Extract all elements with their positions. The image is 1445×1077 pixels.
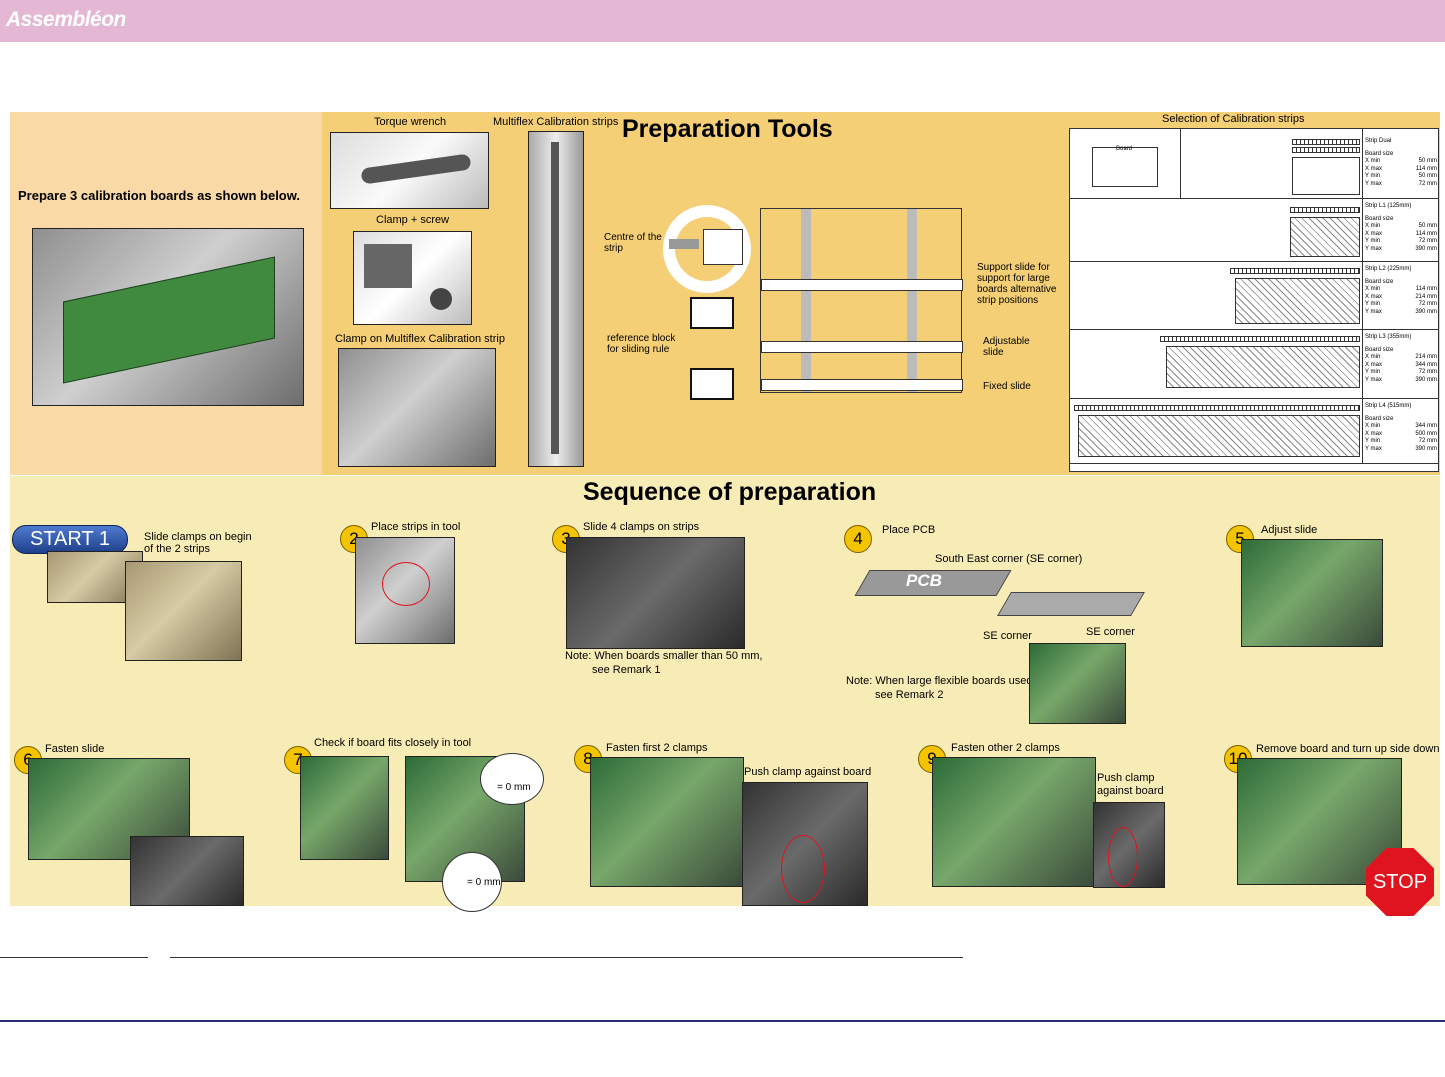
strip-row-l3: Strip L3 (355mm) Board size X min 214 mm … <box>1070 330 1438 399</box>
centre-strip-label: Centre of the strip <box>604 232 662 254</box>
clamp-screw-photo <box>353 231 472 325</box>
step5-text: Adjust slide <box>1261 524 1318 536</box>
step9-photo-a <box>932 757 1096 887</box>
step3-note-line2: see Remark 1 <box>592 664 661 676</box>
support-slide-label: Support slide for support for large boar… <box>977 262 1057 306</box>
step7-text: Check if board fits closely in tool <box>314 737 472 749</box>
step3-photo <box>566 537 745 649</box>
strip-row-dual: Board Strip Dual Board size X min 50 mm X… <box>1070 129 1438 199</box>
footer-rule-left <box>0 957 148 958</box>
tool-frame <box>760 208 963 393</box>
board-label: Board <box>1116 146 1133 152</box>
calibration-boards-photo <box>32 228 304 406</box>
strip-row-l2: Strip L2 (225mm) Board size X min 114 mm … <box>1070 262 1438 330</box>
push-clamp2-line1: Push clamp <box>1097 772 1155 784</box>
sequence-title: Sequence of preparation <box>583 478 877 506</box>
strip-name: Strip L3 <box>1365 334 1386 340</box>
step4-note-line2: see Remark 2 <box>875 689 944 701</box>
centre-zoom-circle <box>663 205 751 293</box>
step4-number: 4 <box>844 525 872 553</box>
strip-name: Strip L2 <box>1365 266 1386 272</box>
strip-name: Strip L4 <box>1365 403 1386 409</box>
step3-note-line1: Note: When boards smaller than 50 mm, <box>565 650 763 662</box>
clamp-screw-label: Clamp + screw <box>376 214 450 226</box>
strip-row-l4: Strip L4 (515mm) Board size X min 344 mm … <box>1070 399 1438 464</box>
step4-photo <box>1029 643 1126 724</box>
fixed-slide-label: Fixed slide <box>983 381 1031 392</box>
step6-text: Fasten slide <box>45 743 105 755</box>
step8-photo-a <box>590 757 744 887</box>
se-corner-label-left: SE corner <box>983 630 1032 642</box>
zero-mm-top: = 0 mm <box>497 782 531 793</box>
torque-wrench-label: Torque wrench <box>374 116 447 128</box>
step1-photo-b <box>125 561 242 661</box>
selection-table: Board Strip Dual Board size X min 50 mm X… <box>1069 128 1439 472</box>
step3-text: Slide 4 clamps on strips <box>583 521 700 533</box>
step2-text: Place strips in tool <box>371 521 461 533</box>
start-button[interactable]: START 1 <box>12 525 128 554</box>
zero-mm-bottom: = 0 mm <box>467 877 501 888</box>
step7-photo-a <box>300 756 389 860</box>
adjustable-slide-label: Adjustable slide <box>983 336 1030 358</box>
step9-text: Fasten other 2 clamps <box>951 742 1060 754</box>
header-bar <box>0 0 1445 42</box>
calibration-strips-photo <box>528 131 584 467</box>
clamp-on-strip-label: Clamp on Multiflex Calibration strip <box>335 333 505 345</box>
board-size-label: Board size <box>1365 150 1394 157</box>
brand-logo: Assembléon <box>6 8 126 31</box>
strip-name: Strip L1 <box>1365 203 1386 209</box>
reference-block-bottom <box>690 368 734 400</box>
strip-row-l1: Strip L1 (125mm) Board size X min 50 mm X… <box>1070 199 1438 262</box>
se-corner-full-label: South East corner (SE corner) <box>935 553 1083 565</box>
step9-photo-b <box>1093 802 1165 888</box>
strip-name: Strip Dual <box>1365 138 1392 144</box>
step8-text: Fasten first 2 clamps <box>606 742 708 754</box>
reference-block-top <box>690 297 734 329</box>
footer-rule-right <box>170 957 963 958</box>
selection-title: Selection of Calibration strips <box>1162 113 1305 125</box>
calibration-strips-label: Multiflex Calibration strips <box>493 116 619 128</box>
footer-rule-bottom <box>0 1020 1445 1022</box>
step5-photo <box>1241 539 1383 647</box>
step4-note-line1: Note: When large flexible boards used, <box>846 675 1036 687</box>
clamp-on-strip-photo <box>338 348 496 467</box>
gap-indicator-bottom: = 0 mm <box>442 852 502 912</box>
pcb-label: PCB <box>906 571 942 590</box>
push-clamp-label: Push clamp against board <box>744 766 872 778</box>
gap-indicator-top: = 0 mm <box>480 753 544 805</box>
step8-photo-b <box>742 782 868 906</box>
preparation-tools-title: Preparation Tools <box>622 115 833 143</box>
reference-block-label: reference block for sliding rule <box>607 333 676 355</box>
step10-text: Remove board and turn up side down <box>1256 743 1440 755</box>
step1-text: Slide clamps on begin of the 2 strips <box>144 531 252 555</box>
se-corner-label-right: SE corner <box>1086 626 1135 638</box>
torque-wrench-photo <box>330 132 489 209</box>
step2-photo <box>355 537 455 644</box>
step6-photo-b <box>130 836 244 906</box>
push-clamp2-line2: against board <box>1097 785 1164 797</box>
prepare-instruction: Prepare 3 calibration boards as shown be… <box>18 188 300 203</box>
pcb-board-flipped <box>997 592 1145 616</box>
step4-text: Place PCB <box>882 524 936 536</box>
